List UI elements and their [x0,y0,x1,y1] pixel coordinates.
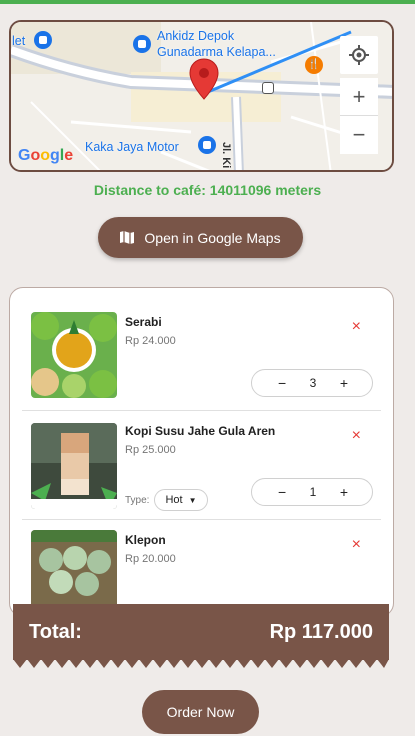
open-in-google-maps-label: Open in Google Maps [144,229,281,246]
zigzag-edge [13,659,389,668]
total-banner: Total: Rp 117.000 [13,604,389,660]
transit-icon [262,82,274,94]
map-label-street: Jl. Ki [220,142,232,169]
item-price: Rp 20.000 [125,553,176,565]
type-dropdown[interactable]: Hot ▼ [154,489,208,511]
my-location-button[interactable] [340,36,378,74]
google-logo: Google [18,147,74,164]
open-in-google-maps-button[interactable]: Open in Google Maps [98,217,303,258]
total-value: Rp 117.000 [269,620,373,643]
total-label: Total: [29,620,82,643]
item-name: Serabi [125,315,162,329]
map-label-poi-1-sub: Gunadarma Kelapa... [157,45,276,59]
type-value: Hot [165,494,183,506]
dropdown-arrow-icon: ▼ [188,496,197,505]
item-price: Rp 25.000 [125,444,176,456]
cart-item: Serabi Rp 24.000 × − 3 + [22,302,381,410]
map-label-outlet: let [12,34,26,48]
cart-card[interactable]: Serabi Rp 24.000 × − 3 + Kopi Susu Jahe … [9,287,394,617]
quantity-stepper: − 3 + [251,369,373,397]
increase-button[interactable]: + [340,484,348,500]
quantity-value: 1 [309,485,317,499]
kopi-susu-image [31,423,117,509]
cart-item: Kopi Susu Jahe Gula Aren Rp 25.000 × Typ… [22,410,381,518]
location-pin-icon [189,58,219,100]
quantity-stepper: − 1 + [251,478,373,506]
map-label-poi-2: Kaka Jaya Motor [85,140,179,154]
type-label: Type: [125,494,150,506]
restaurant-icon[interactable]: 🍴 [305,56,323,74]
remove-item-icon[interactable]: × [352,536,361,554]
poi-shop-icon[interactable] [133,35,151,53]
distance-text: Distance to café: 14011096 meters [93,182,322,198]
item-price: Rp 24.000 [125,335,176,347]
increase-button[interactable]: + [340,375,348,391]
map-icon [120,231,135,244]
order-now-button[interactable]: Order Now [142,690,259,734]
item-name: Klepon [125,533,166,547]
serabi-image [31,312,117,398]
order-now-label: Order Now [166,704,235,720]
map-label-poi-1: Ankidz Depok [157,29,235,43]
poi-shop-icon[interactable] [34,31,52,49]
poi-shop-icon[interactable] [198,136,216,154]
type-row: Type: Hot ▼ [125,489,208,511]
remove-item-icon[interactable]: × [352,427,361,445]
remove-item-icon[interactable]: × [352,318,361,336]
decrease-button[interactable]: − [278,375,286,391]
decrease-button[interactable]: − [278,484,286,500]
cart-item: Klepon Rp 20.000 × [22,519,381,616]
zoom-out-button[interactable]: − [340,116,378,154]
item-name: Kopi Susu Jahe Gula Aren [125,424,276,438]
quantity-value: 3 [309,376,317,390]
my-location-icon [349,45,369,65]
map-view[interactable]: let Ankidz Depok Gunadarma Kelapa... 🍴 K… [9,20,394,172]
zoom-in-button[interactable]: + [340,78,378,116]
status-accent-bar [0,0,415,4]
